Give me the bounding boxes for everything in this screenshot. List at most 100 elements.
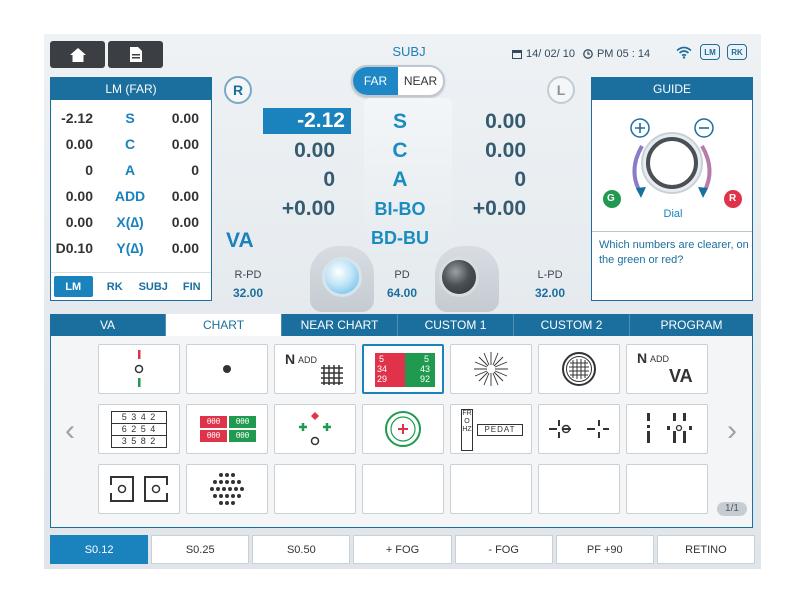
right-prism-value[interactable]: +0.00 — [255, 197, 335, 221]
lm-label: A — [124, 162, 136, 178]
chart-cell-horizontal-alignment[interactable] — [538, 404, 620, 454]
lm-left-value: 0.00 — [171, 240, 199, 256]
minus-fog-button[interactable]: - FOG — [454, 535, 553, 564]
lm-row-y: D0.10 Y(∆) 0.00 — [51, 236, 211, 262]
date-text: 14/ 02/ 10 — [526, 48, 575, 60]
lm-tab-fin[interactable]: FIN — [173, 273, 212, 300]
nadd-n: N — [285, 351, 296, 367]
rg-bot-right: 92 — [420, 374, 431, 384]
nadd-va-sub: ADD — [650, 354, 670, 364]
lm-label: ADD — [114, 188, 146, 204]
left-sphere-value[interactable]: 0.00 — [446, 110, 526, 134]
chart-cell-empty[interactable] — [626, 464, 708, 514]
r-pd-label: R-PD — [234, 269, 262, 281]
s012-button[interactable]: S0.12 — [50, 535, 149, 564]
tab-chart[interactable]: CHART — [166, 314, 282, 336]
pf-90-button[interactable]: PF +90 — [555, 535, 654, 564]
right-lens[interactable] — [322, 257, 362, 297]
sphere-label: S — [392, 110, 407, 133]
guide-panel: GUIDE G R Dial Which numbers are clearer… — [591, 77, 753, 301]
chart-cell-numbers[interactable]: 5 3 4 2 6 2 5 4 3 5 8 2 — [98, 404, 180, 454]
chart-cell-red-green-dot[interactable] — [98, 344, 180, 394]
horizontal-alignment-icon — [549, 420, 609, 438]
bottom-toolbar: S0.12 S0.25 S0.50 + FOG - FOG PF +90 RET… — [50, 535, 755, 564]
chart-tabs: VA CHART NEAR CHART CUSTOM 1 CUSTOM 2 PR… — [50, 314, 753, 336]
lm-label: Y(∆) — [116, 240, 144, 256]
color-pair-green: θθθ — [229, 430, 256, 442]
left-cylinder-value[interactable]: 0.00 — [446, 139, 526, 163]
lm-tab-rk[interactable]: RK — [96, 273, 135, 300]
retino-button[interactable]: RETINO — [656, 535, 755, 564]
lm-tabs: LM RK SUBJ FIN — [51, 272, 211, 300]
lm-right-value: D0.10 — [55, 240, 93, 256]
lm-connection-badge[interactable]: LM — [700, 44, 720, 60]
left-eye-button[interactable]: L — [547, 76, 575, 104]
stereo-boxes-icon — [109, 476, 169, 502]
left-lens[interactable] — [439, 257, 479, 297]
chart-cell-astigmatic-dial[interactable] — [450, 344, 532, 394]
rk-connection-badge[interactable]: RK — [727, 44, 747, 60]
chart-cell-vertical-alignment[interactable] — [626, 404, 708, 454]
r-pd-value[interactable]: 32.00 — [218, 286, 278, 300]
color-pair-red: θθθ — [200, 416, 227, 428]
chart-cell-nadd-va[interactable]: N ADD VA — [626, 344, 708, 394]
lm-right-value: 0.00 — [65, 136, 93, 152]
app-frame: SUBJ FAR NEAR 14/ 02/ 10 PM 05 : 14 LM R… — [44, 34, 761, 569]
lm-left-value: 0.00 — [171, 214, 199, 230]
right-eye-button[interactable]: R — [224, 76, 252, 104]
right-cylinder-value[interactable]: 0.00 — [255, 139, 335, 163]
chart-cell-dot-matrix[interactable] — [186, 464, 268, 514]
s025-button[interactable]: S0.25 — [151, 535, 250, 564]
lm-right-value: 0.00 — [65, 188, 93, 204]
tab-va[interactable]: VA — [50, 314, 166, 336]
lm-tab-subj[interactable]: SUBJ — [134, 273, 173, 300]
near-option[interactable]: NEAR — [398, 67, 443, 95]
lm-tab-lm[interactable]: LM — [54, 276, 93, 297]
lm-left-value: 0 — [191, 162, 199, 178]
document-icon — [129, 47, 142, 62]
prev-page-arrow[interactable]: ‹ — [65, 414, 75, 448]
far-near-toggle[interactable]: FAR NEAR — [351, 65, 445, 97]
home-button[interactable] — [50, 41, 105, 68]
pd-value[interactable]: 64.00 — [372, 286, 432, 300]
left-axis-value[interactable]: 0 — [446, 168, 526, 192]
chart-cell-nadd-grid[interactable]: N ADD — [274, 344, 356, 394]
chart-cell-empty[interactable] — [362, 464, 444, 514]
document-button[interactable] — [108, 41, 163, 68]
chart-cell-red-cross-circle[interactable] — [362, 404, 444, 454]
page-indicator: 1/1 — [717, 502, 747, 516]
chart-cell-stereo-boxes[interactable] — [98, 464, 180, 514]
chart-cell-empty[interactable] — [274, 464, 356, 514]
tab-program[interactable]: PROGRAM — [630, 314, 753, 336]
calendar-icon — [512, 50, 522, 59]
chart-cell-letters[interactable]: FROHZ PEDAT — [450, 404, 532, 454]
next-page-arrow[interactable]: › — [727, 414, 737, 448]
number-row: 6 2 5 4 — [112, 424, 166, 436]
l-pd-value[interactable]: 32.00 — [520, 286, 580, 300]
vertical-alignment-icon — [647, 413, 692, 443]
tab-near-chart[interactable]: NEAR CHART — [282, 314, 398, 336]
left-prism-value[interactable]: +0.00 — [446, 197, 526, 221]
chart-cell-circle-grid[interactable] — [538, 344, 620, 394]
chart-cell-empty[interactable] — [450, 464, 532, 514]
far-option[interactable]: FAR — [353, 67, 398, 95]
vertical-letters: FROHZ — [461, 409, 473, 451]
lm-row-x: 0.00 X(∆) 0.00 — [51, 210, 211, 236]
s050-button[interactable]: S0.50 — [252, 535, 351, 564]
tab-custom-1[interactable]: CUSTOM 1 — [398, 314, 514, 336]
dial-label: Dial — [663, 208, 683, 220]
chart-cell-worth-four-dot[interactable] — [274, 404, 356, 454]
chart-cell-red-green-numbers[interactable]: 5 5 34 43 29 92 — [362, 344, 444, 394]
chart-cell-color-pairs[interactable]: θθθ θθθ θθθ θθθ — [186, 404, 268, 454]
red-green-fixation-icon — [134, 350, 144, 387]
lm-right-value: 0 — [85, 162, 93, 178]
lm-right-value: 0.00 — [65, 214, 93, 230]
right-sphere-value[interactable]: -2.12 — [263, 108, 351, 134]
chart-cell-empty[interactable] — [538, 464, 620, 514]
tab-custom-2[interactable]: CUSTOM 2 — [514, 314, 630, 336]
chart-grid: ‹ › N ADD 5 5 34 43 29 92 N ADD VA 5 3 4… — [50, 336, 753, 528]
chart-cell-dot[interactable] — [186, 344, 268, 394]
right-axis-value[interactable]: 0 — [255, 168, 335, 192]
plus-fog-button[interactable]: + FOG — [353, 535, 452, 564]
rg-top-left: 5 — [379, 354, 385, 364]
